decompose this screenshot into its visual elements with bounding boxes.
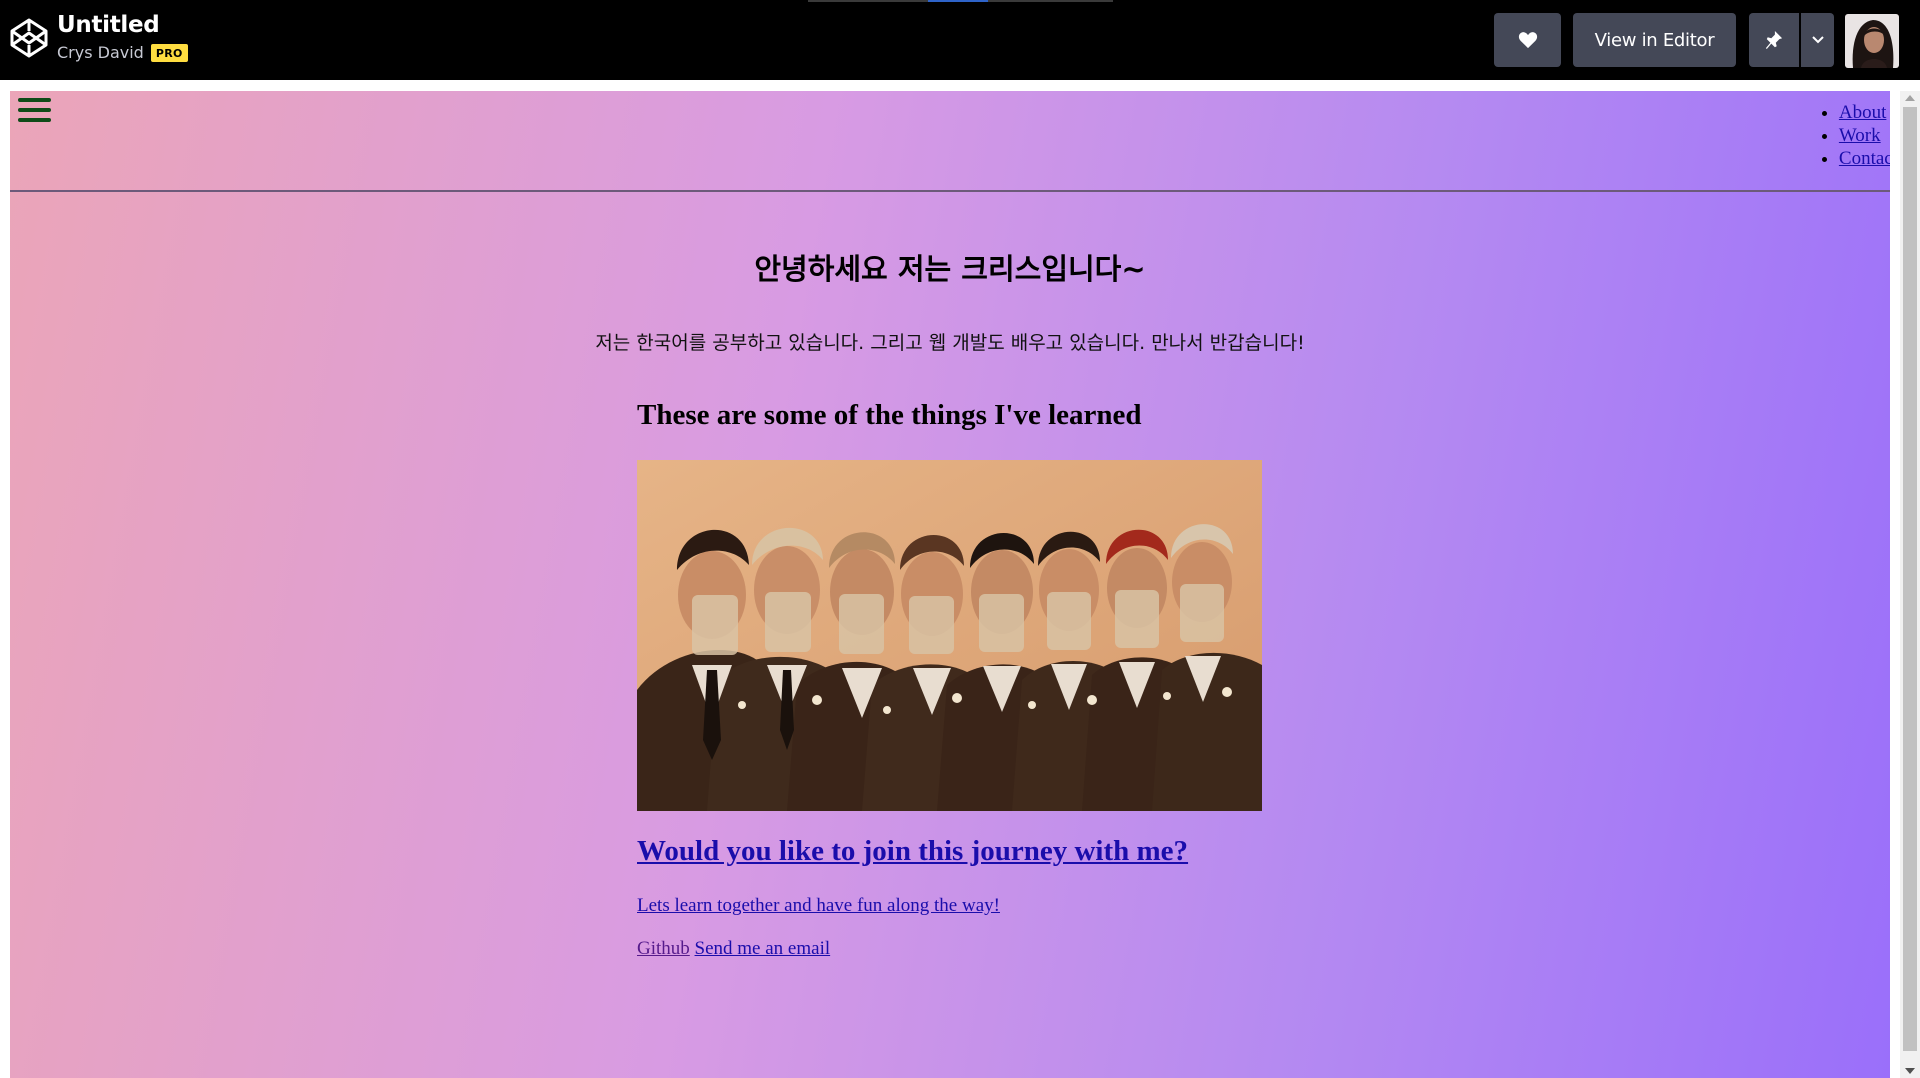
contact-links: Github Send me an email [637,938,830,960]
pin-button[interactable] [1749,13,1799,67]
preview-scrollbar[interactable] [1900,91,1920,1078]
pen-preview: About Work Contact 안녕하세요 저는 크리스입니다~ 저는 한… [0,80,1920,1078]
scroll-up-arrow-icon[interactable] [1905,95,1915,101]
chevron-down-icon [1811,36,1824,44]
view-in-editor-button[interactable]: View in Editor [1573,13,1736,67]
group-photo [637,460,1262,811]
pin-menu-button[interactable] [1801,13,1834,67]
pin-icon [1765,31,1783,49]
learned-heading: These are some of the things I've learne… [637,399,1142,431]
codepen-header: Untitled Crys David PRO View in Editor [0,0,1920,80]
nav-link-about[interactable]: About [1839,102,1887,123]
learn-together-line: Lets learn together and have fun along t… [637,895,1000,917]
pen-author-line: Crys David PRO [57,43,188,62]
email-link[interactable]: Send me an email [695,938,831,959]
join-journey-link[interactable]: Would you like to join this journey with… [637,835,1188,867]
loading-bar [808,0,1113,2]
nav-item-about: About [1839,101,1890,124]
nav-link-work[interactable]: Work [1839,125,1881,146]
codepen-logo-icon[interactable] [9,17,49,59]
nav-item-contact: Contact [1839,147,1890,170]
nav-item-work: Work [1839,124,1890,147]
user-avatar[interactable] [1845,14,1899,68]
nav-link-contact[interactable]: Contact [1839,148,1890,169]
heart-icon [1518,32,1537,49]
pen-title[interactable]: Untitled [57,12,160,38]
scrollbar-thumb[interactable] [1903,107,1917,1051]
hamburger-menu-icon[interactable] [18,98,51,125]
join-heading: Would you like to join this journey with… [637,835,1188,868]
learn-together-link[interactable]: Lets learn together and have fun along t… [637,895,1000,916]
intro-paragraph: 저는 한국어를 공부하고 있습니다. 그리고 웹 개발도 배우고 있습니다. 만… [595,332,1305,354]
like-button[interactable] [1494,13,1561,67]
github-link[interactable]: Github [637,938,690,959]
scroll-down-arrow-icon[interactable] [1905,1068,1915,1074]
author-name[interactable]: Crys David [57,43,144,62]
site-page: About Work Contact 안녕하세요 저는 크리스입니다~ 저는 한… [10,91,1890,1078]
pro-badge: PRO [150,43,188,62]
page-heading: 안녕하세요 저는 크리스입니다~ [754,252,1146,286]
header-divider [10,190,1890,192]
site-nav: About Work Contact [1815,101,1890,170]
